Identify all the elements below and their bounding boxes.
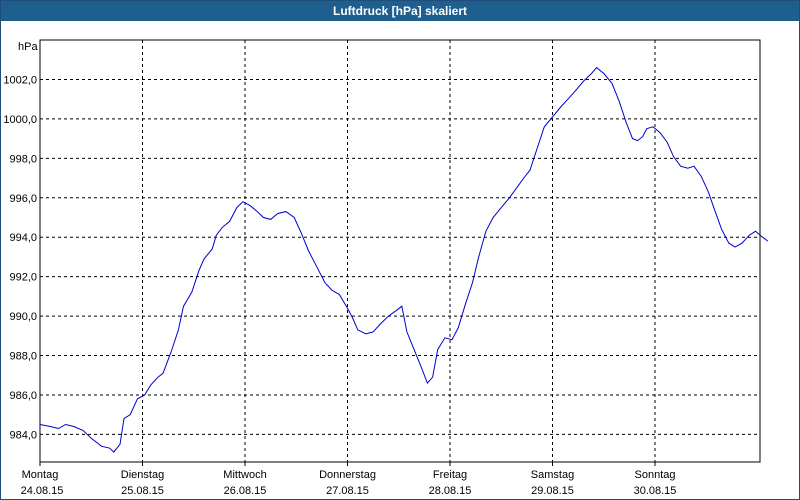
x-tick-day-label: Sonntag [635, 469, 676, 481]
y-tick-label: 994,0 [9, 232, 37, 244]
x-tick-day-label: Dienstag [121, 469, 164, 481]
y-tick-label: 986,0 [9, 390, 37, 402]
x-tick-date-label: 25.08.15 [121, 485, 164, 497]
y-tick-label: 988,0 [9, 351, 37, 363]
x-tick-date-label: 26.08.15 [224, 485, 267, 497]
plot-area [39, 39, 761, 463]
y-axis-unit-label: hPa [18, 41, 38, 53]
x-tick-date-label: 28.08.15 [429, 485, 472, 497]
y-tick-label: 998,0 [9, 153, 37, 165]
x-tick-day-label: Donnerstag [319, 469, 376, 481]
y-tick-label: 990,0 [9, 311, 37, 323]
x-tick-date-label: 29.08.15 [531, 485, 574, 497]
y-tick-label: 996,0 [9, 193, 37, 205]
x-tick-day-label: Montag [22, 469, 59, 481]
x-tick-date-label: 24.08.15 [21, 485, 64, 497]
x-tick-day-label: Freitag [433, 469, 467, 481]
x-axis-ticks: Montag 24.08.15 Dienstag 25.08.15 Mittwoch 26… [21, 462, 677, 497]
x-tick-day-label: Mittwoch [223, 469, 266, 481]
y-tick-label: 1000,0 [3, 114, 37, 126]
pressure-chart: 984,0 986,0 988,0 990,0 992,0 994,0 996,0 998,0… [3, 39, 769, 497]
y-tick-label: 1002,0 [3, 74, 37, 86]
y-tick-label: 984,0 [9, 429, 37, 441]
y-axis-ticks: 984,0 986,0 988,0 990,0 992,0 994,0 996,0 998,0… [3, 74, 37, 441]
x-tick-day-label: Samstag [531, 469, 574, 481]
x-tick-date-label: 30.08.15 [634, 485, 677, 497]
y-tick-label: 992,0 [9, 272, 37, 284]
x-tick-date-label: 27.08.15 [326, 485, 369, 497]
